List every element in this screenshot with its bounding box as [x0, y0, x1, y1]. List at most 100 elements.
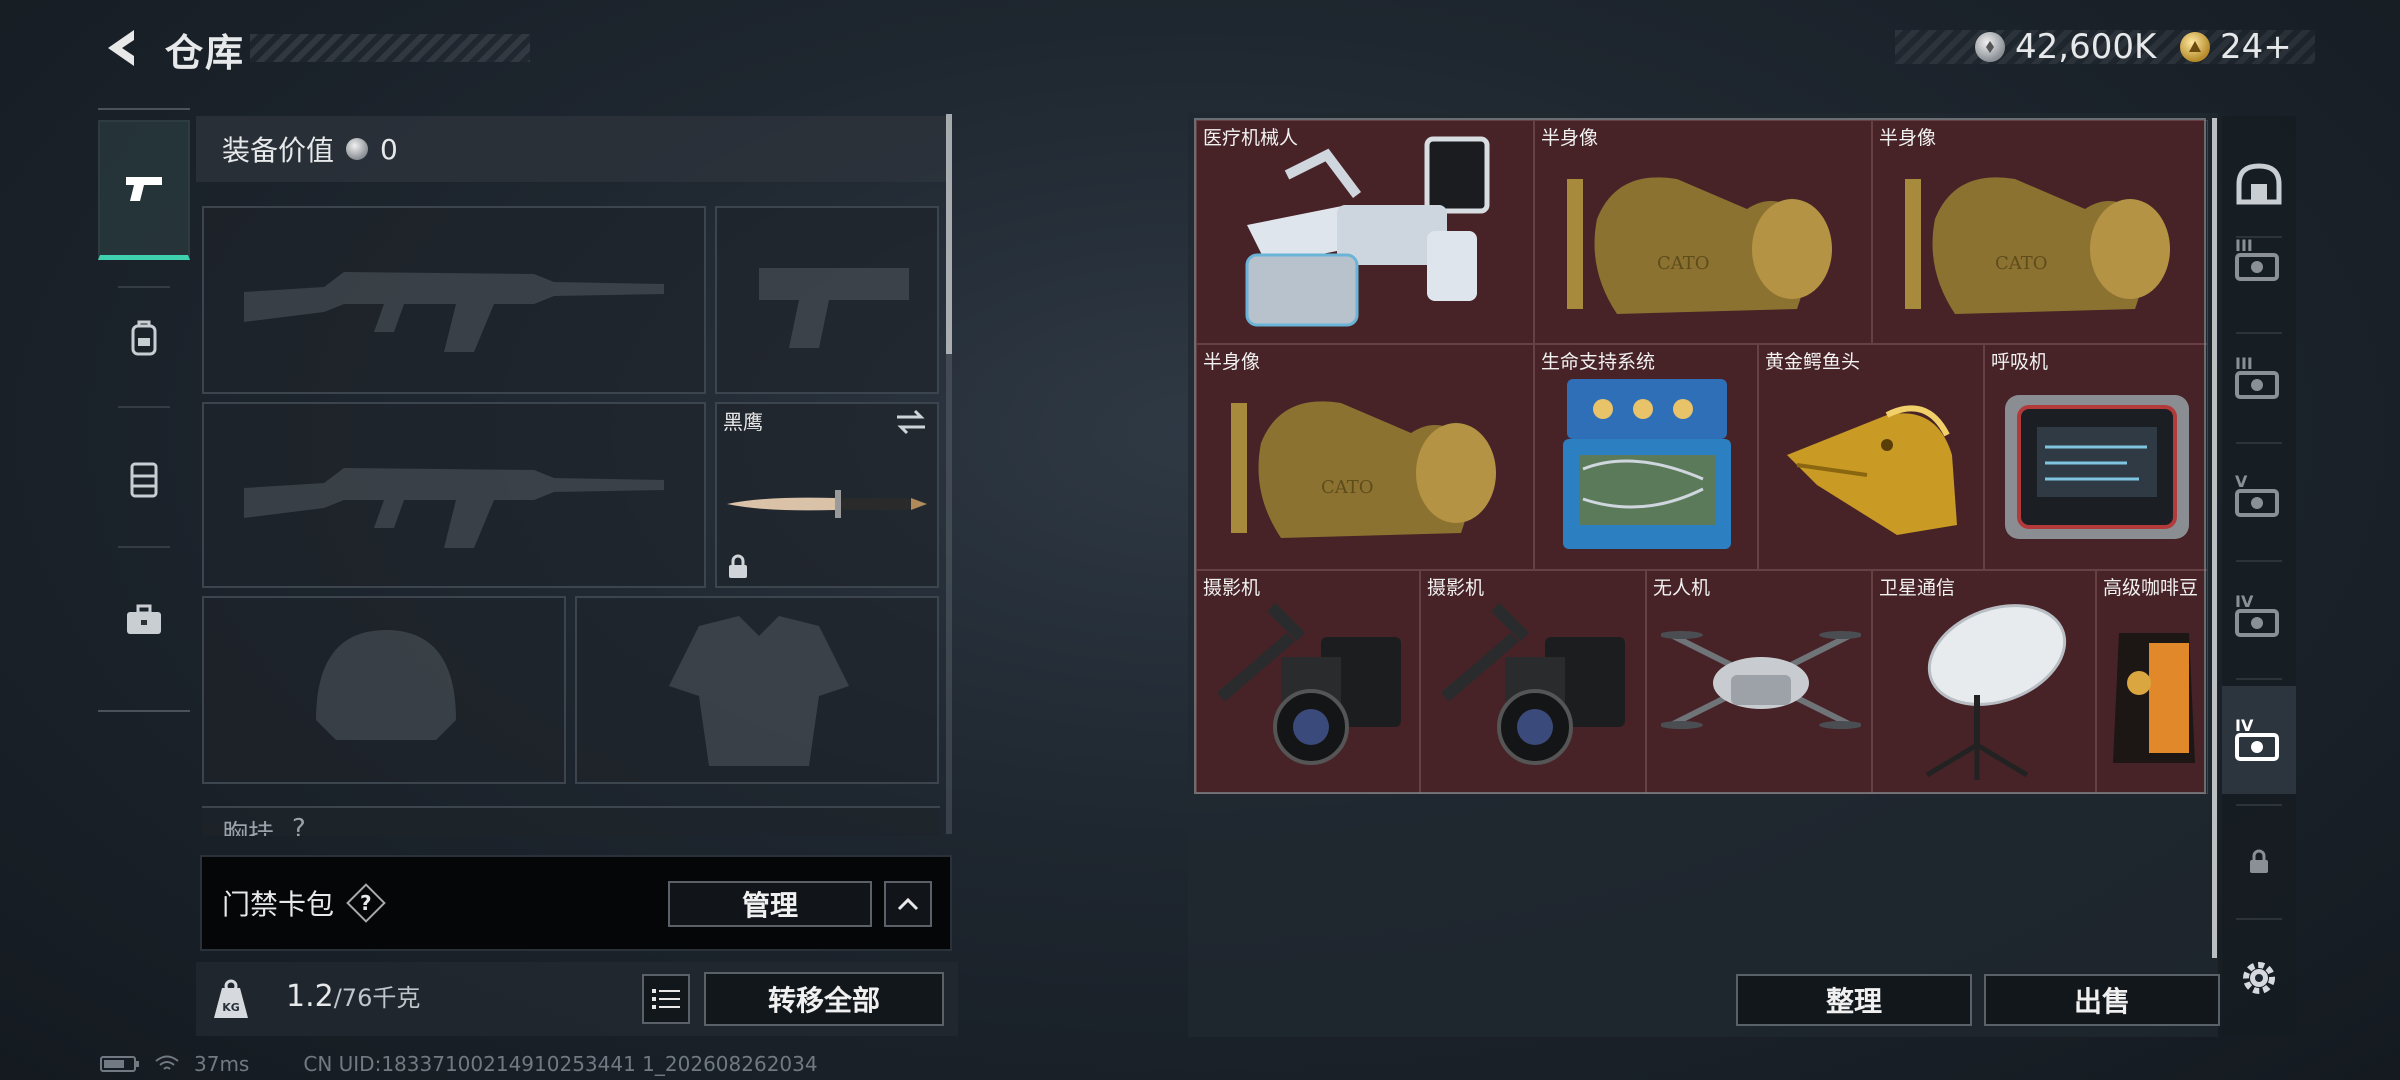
silver-coin-icon: [346, 138, 369, 160]
title-decoration: [250, 34, 530, 62]
stash-item[interactable]: 黄金鳄鱼头: [1758, 344, 1984, 570]
weight-icon: KG: [208, 978, 254, 1022]
tab-backpack[interactable]: [98, 268, 190, 408]
briefcase-icon: [127, 604, 161, 634]
helmet-silhouette-icon: [316, 630, 456, 740]
rifle-silhouette-icon: [244, 272, 664, 352]
chest-rig-label: 胸挂: [222, 820, 275, 836]
ventilator-icon: [2005, 395, 2189, 539]
swap-arrows-icon[interactable]: [893, 408, 929, 436]
wifi-icon: [155, 1055, 179, 1070]
gold-currency[interactable]: 24+: [2180, 24, 2292, 70]
melee-slot[interactable]: 黑鹰: [715, 402, 939, 588]
item-label: 卫星通信: [1879, 577, 1956, 599]
stash-item[interactable]: 摄影机: [1420, 570, 1646, 794]
drone-icon: [1661, 631, 1861, 729]
help-icon-glyph: ?: [360, 890, 372, 915]
item-label: 呼吸机: [1991, 351, 2049, 373]
item-label: 生命支持系统: [1541, 351, 1656, 373]
svg-text:CATO: CATO: [1321, 477, 1374, 498]
medical-robot-icon: [1245, 136, 1490, 327]
back-arrow-icon: [108, 30, 134, 66]
primary-weapon-slot-2[interactable]: [202, 402, 706, 588]
item-label: 摄影机: [1203, 577, 1261, 599]
coffee-beans-icon: [2113, 633, 2195, 763]
tab-weapons[interactable]: [98, 120, 190, 260]
secondary-weapon-slot[interactable]: [715, 206, 939, 394]
settings-button[interactable]: [2222, 924, 2296, 1032]
bust-icon: CATO: [1231, 401, 1496, 538]
item-label: 高级咖啡豆: [2103, 577, 2199, 599]
melee-name: 黑鹰: [723, 410, 763, 434]
keycard-label: 门禁卡包: [222, 888, 335, 921]
stash-page-tier-IV[interactable]: IV: [2222, 562, 2296, 670]
list-icon: [652, 989, 680, 1009]
knife-icon: [727, 490, 927, 518]
stash-item[interactable]: 高级咖啡豆: [2096, 570, 2208, 794]
help-icon[interactable]: ?: [346, 883, 386, 923]
loadout-scroll-thumb[interactable]: [946, 114, 952, 354]
armor-silhouette-icon: [669, 616, 849, 766]
weight-tag: KG: [222, 1001, 240, 1014]
manage-button[interactable]: 管理: [668, 881, 872, 927]
item-label: 半身像: [1879, 127, 1937, 149]
stash-scrollbar[interactable]: [2212, 118, 2217, 958]
tier-label: III: [2235, 354, 2253, 373]
stash-item[interactable]: 医疗机械人: [1196, 120, 1534, 344]
stash-grid: 医疗机械人 半身像 CATO 半身像 CATO 半身像 CATO 生命支持系统 …: [1194, 118, 2208, 794]
camera-icon: [1441, 602, 1625, 765]
back-button[interactable]: [95, 22, 145, 74]
stash-page-tier-IV-active[interactable]: IV: [2222, 686, 2296, 794]
tier-IV-page-icon: IV: [2235, 716, 2279, 761]
silver-currency: 42,600K: [1975, 24, 2156, 70]
expand-button[interactable]: [884, 881, 932, 927]
svg-text:CATO: CATO: [1657, 253, 1710, 274]
stash-item[interactable]: 摄影机: [1196, 570, 1420, 794]
stash-page-tier-III-2[interactable]: III: [2222, 324, 2296, 432]
pistol-icon: [126, 176, 162, 201]
chest-rig-row[interactable]: 胸挂 ?: [202, 806, 940, 836]
page-title: 仓库: [165, 31, 246, 75]
armor-slot[interactable]: [575, 596, 939, 784]
tab-chest-rig[interactable]: [98, 410, 190, 550]
loadout-value-header: 装备价值 0: [196, 116, 948, 182]
list-view-button[interactable]: [642, 974, 690, 1024]
stash-page-tier-V[interactable]: V: [2222, 442, 2296, 550]
svg-text:CATO: CATO: [1995, 253, 2048, 274]
rifle-silhouette-icon: [244, 468, 664, 548]
tab-case[interactable]: [98, 550, 190, 690]
bust-icon: CATO: [1905, 177, 2170, 314]
battery-icon: [100, 1056, 139, 1072]
helmet-slot[interactable]: [202, 596, 566, 784]
stash-item[interactable]: 呼吸机: [1984, 344, 2208, 570]
stash-item[interactable]: 半身像 CATO: [1196, 344, 1534, 570]
status-line: 37ms CN UID:18337100214910253441 1_20260…: [100, 1052, 818, 1076]
stash-page-locked[interactable]: [2222, 808, 2296, 916]
life-support-icon: [1563, 379, 1731, 549]
stash-item[interactable]: 无人机: [1646, 570, 1872, 794]
item-label: 半身像: [1203, 351, 1261, 373]
gold-coin-icon: [2180, 32, 2210, 62]
left-tab-rail: [98, 108, 190, 712]
sell-button[interactable]: 出售: [1984, 974, 2220, 1026]
bust-icon: CATO: [1567, 177, 1832, 314]
ping-value: 37ms: [194, 1052, 250, 1076]
tier-V-page-icon: V: [2235, 472, 2279, 517]
stash-item[interactable]: 半身像 CATO: [1872, 120, 2208, 344]
loadout-value-label: 装备价值: [222, 134, 335, 167]
silver-amount: 42,600K: [2015, 27, 2157, 67]
tier-III-page-icon: III: [2235, 354, 2279, 399]
stash-page-tier-III-1[interactable]: III: [2222, 206, 2296, 314]
stash-item[interactable]: 半身像 CATO: [1534, 120, 1872, 344]
primary-weapon-slot-1[interactable]: [202, 206, 706, 394]
weight-current: 1.2: [286, 979, 334, 1014]
stash-item[interactable]: 生命支持系统: [1534, 344, 1758, 570]
tier-IV-page-icon: IV: [2235, 592, 2279, 637]
chevron-up-icon: [897, 897, 919, 911]
tier-III-page-icon: III: [2235, 236, 2279, 281]
transfer-all-button[interactable]: 转移全部: [704, 972, 944, 1026]
organize-button[interactable]: 整理: [1736, 974, 1972, 1026]
stash-item[interactable]: 卫星通信: [1872, 570, 2096, 794]
chest-rig-icon: [130, 462, 158, 498]
tier-label: V: [2235, 472, 2248, 491]
